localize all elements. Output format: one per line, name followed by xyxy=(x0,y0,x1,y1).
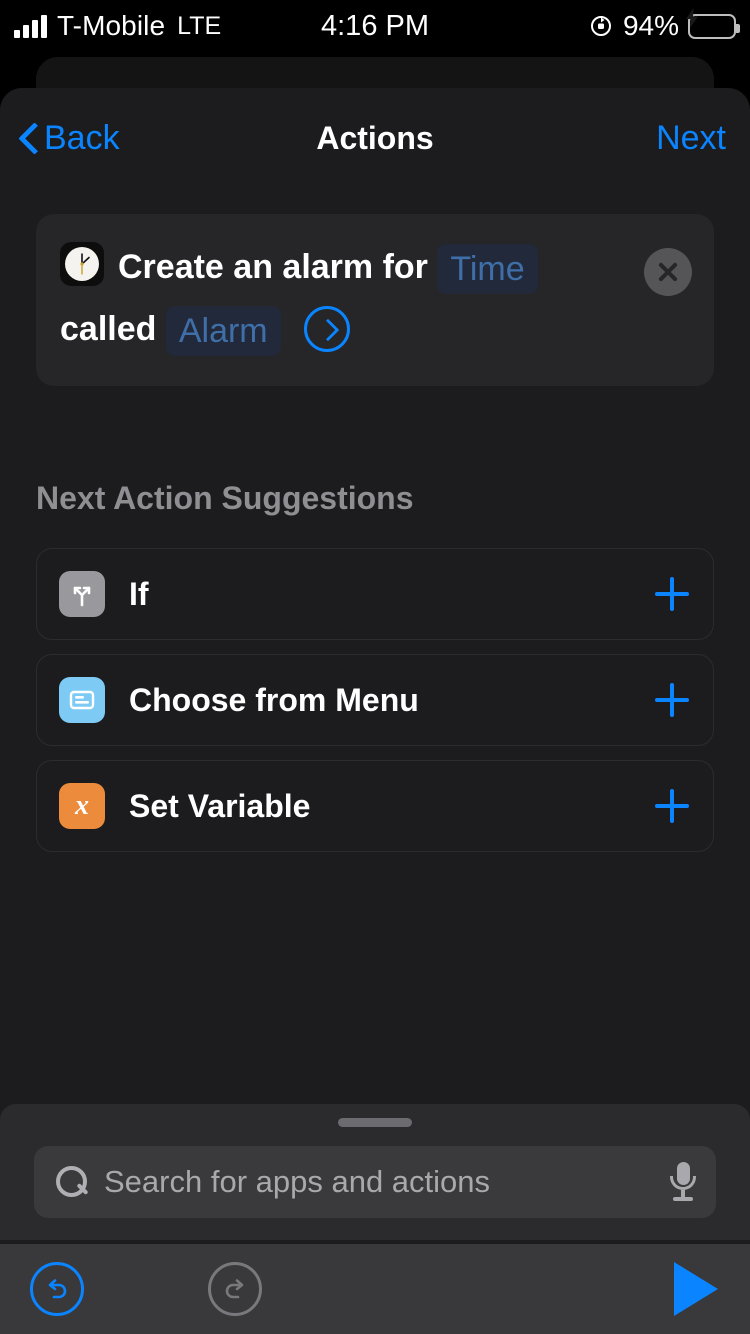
menu-card-icon xyxy=(59,677,105,723)
editor-toolbar xyxy=(0,1244,750,1334)
status-bar-right: 94% xyxy=(588,7,740,42)
close-circle-icon[interactable] xyxy=(644,248,692,296)
play-icon[interactable] xyxy=(674,1262,718,1316)
plus-icon[interactable] xyxy=(655,577,689,611)
chevron-right-circle-icon[interactable] xyxy=(304,306,351,352)
search-icon xyxy=(56,1166,88,1198)
microphone-icon[interactable] xyxy=(670,1162,696,1202)
variable-x-glyph: x xyxy=(75,790,89,821)
clock-app-icon xyxy=(60,242,104,286)
rotation-lock-icon xyxy=(588,13,614,39)
search-input[interactable]: Search for apps and actions xyxy=(34,1146,716,1218)
action-library-drawer: Search for apps and actions xyxy=(0,1104,750,1240)
next-button[interactable]: Next xyxy=(656,119,726,158)
action-text-part2: called xyxy=(60,310,157,348)
charging-bolt-icon xyxy=(686,7,698,28)
redo-button[interactable] xyxy=(208,1262,262,1316)
search-placeholder: Search for apps and actions xyxy=(104,1164,491,1199)
action-token-name[interactable]: Alarm xyxy=(165,306,281,356)
redo-icon xyxy=(208,1262,262,1316)
branch-fork-icon xyxy=(59,571,105,617)
suggestion-row-set-variable[interactable]: x Set Variable xyxy=(36,760,714,852)
suggestion-label: If xyxy=(129,575,149,612)
battery-charging-icon xyxy=(686,7,740,39)
suggestions-list: If Choose from Menu x Set Variable xyxy=(36,548,714,866)
plus-icon[interactable] xyxy=(655,683,689,717)
suggestion-label: Set Variable xyxy=(129,787,311,824)
action-token-time[interactable]: Time xyxy=(437,244,538,294)
variable-x-icon: x xyxy=(59,783,105,829)
iphone-screen: T-Mobile LTE 4:16 PM 94% Back Actions Ne… xyxy=(0,0,750,1334)
battery-percent-label: 94% xyxy=(622,10,679,41)
navigation-bar: Back Actions Next xyxy=(0,88,750,188)
undo-button[interactable] xyxy=(30,1262,84,1316)
page-title: Actions xyxy=(316,119,434,156)
action-card-create-alarm[interactable]: Create an alarm for Time called Alarm xyxy=(36,214,714,386)
plus-icon[interactable] xyxy=(655,789,689,823)
status-bar: T-Mobile LTE 4:16 PM 94% xyxy=(0,0,750,52)
suggestion-row-choose-from-menu[interactable]: Choose from Menu xyxy=(36,654,714,746)
undo-icon xyxy=(30,1262,84,1316)
action-text-part1: Create an alarm for xyxy=(118,248,428,286)
suggestion-row-if[interactable]: If xyxy=(36,548,714,640)
drag-handle-icon[interactable] xyxy=(338,1118,412,1127)
action-card-text: Create an alarm for Time called Alarm xyxy=(60,236,696,360)
suggestion-label: Choose from Menu xyxy=(129,681,419,718)
next-action-suggestions-header: Next Action Suggestions xyxy=(36,480,414,516)
